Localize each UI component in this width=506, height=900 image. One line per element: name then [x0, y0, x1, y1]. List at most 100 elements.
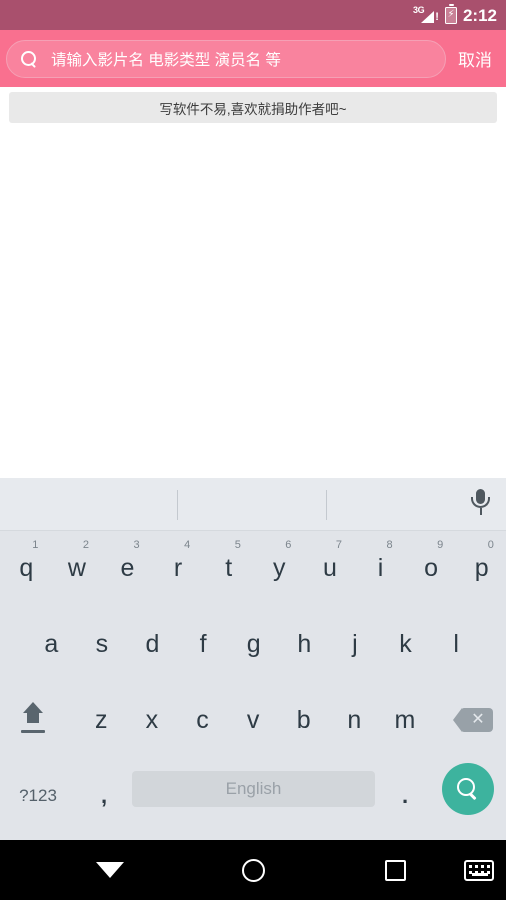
- key-number-hint: 6: [285, 539, 292, 551]
- search-enter-key[interactable]: [442, 763, 494, 815]
- key-label: j: [352, 629, 358, 658]
- key-s[interactable]: s: [77, 611, 128, 677]
- donate-banner-text: 写软件不易,喜欢就捐助作者吧~: [159, 101, 347, 117]
- key-number-hint: 8: [386, 539, 393, 551]
- signal-bars-icon: [420, 10, 434, 23]
- key-d[interactable]: d: [127, 611, 178, 677]
- back-triangle-icon: [96, 862, 124, 878]
- key-label: l: [453, 629, 459, 658]
- phone-screen: 3G ! ⚡ 2:12 请输入影片名 电影类型 演员名 等 取消 写软件不易,喜…: [0, 0, 506, 900]
- key-label: r: [173, 553, 183, 582]
- status-bar-icons: 3G ! ⚡ 2:12: [413, 3, 497, 25]
- battery-bolt-glyph: ⚡: [447, 8, 455, 20]
- key-t[interactable]: 5t: [203, 535, 254, 601]
- signal-3g-icon: 3G !: [413, 5, 439, 25]
- key-m[interactable]: m: [380, 687, 431, 753]
- key-z[interactable]: z: [76, 687, 127, 753]
- key-p[interactable]: 0p: [456, 535, 506, 601]
- key-f[interactable]: f: [178, 611, 229, 677]
- suggestion-divider: [326, 490, 327, 520]
- backspace-icon: ✕: [453, 706, 493, 734]
- key-o[interactable]: 9o: [406, 535, 457, 601]
- key-label: e: [120, 553, 135, 582]
- suggestion-strip[interactable]: [0, 478, 506, 531]
- key-label: h: [297, 629, 312, 658]
- keyboard-row-3: ✕ z x c v b n m: [0, 683, 506, 759]
- period-key[interactable]: .: [380, 763, 430, 829]
- status-bar: 3G ! ⚡ 2:12: [0, 0, 506, 30]
- battery-charging-icon: ⚡: [444, 3, 457, 24]
- key-number-hint: 7: [335, 539, 343, 551]
- key-k[interactable]: k: [380, 611, 431, 677]
- comma-key[interactable]: ,: [78, 763, 130, 829]
- key-label: w: [67, 553, 86, 582]
- search-icon: [457, 778, 479, 800]
- key-label: s: [95, 629, 109, 658]
- key-label: k: [399, 629, 412, 658]
- space-key[interactable]: English: [132, 771, 375, 807]
- donate-banner[interactable]: 写软件不易,喜欢就捐助作者吧~: [9, 92, 497, 123]
- suggestion-divider: [177, 490, 178, 520]
- key-g[interactable]: g: [228, 611, 279, 677]
- keyboard-icon: [464, 859, 494, 881]
- key-label: d: [145, 629, 160, 658]
- shift-key[interactable]: [4, 687, 62, 753]
- key-label: y: [273, 553, 286, 582]
- key-label: z: [95, 705, 108, 734]
- key-label: u: [322, 553, 337, 582]
- search-app-bar: 请输入影片名 电影类型 演员名 等 取消: [0, 30, 506, 87]
- symbols-key[interactable]: ?123: [2, 763, 74, 829]
- key-number-hint: 5: [234, 539, 241, 551]
- microphone-icon[interactable]: [470, 489, 490, 519]
- key-v[interactable]: v: [228, 687, 279, 753]
- key-label: o: [424, 553, 439, 582]
- search-icon: [21, 50, 37, 67]
- key-label: p: [474, 553, 489, 582]
- signal-alert-label: !: [435, 10, 439, 23]
- key-q[interactable]: 1q: [1, 535, 52, 601]
- keyboard-row-2: as d f g h j k l: [0, 607, 506, 683]
- keyboard-row-1: 1q2w3e4r5t6y7u8i9o0p: [0, 531, 506, 607]
- key-label: i: [377, 553, 384, 582]
- key-label: t: [225, 553, 233, 582]
- key-i[interactable]: 8i: [355, 535, 406, 601]
- key-number-hint: 2: [82, 539, 90, 551]
- key-a[interactable]: a: [26, 611, 77, 677]
- search-field[interactable]: 请输入影片名 电影类型 演员名 等: [6, 39, 446, 78]
- back-button[interactable]: [78, 840, 142, 900]
- key-label: g: [246, 629, 261, 658]
- backspace-key[interactable]: ✕: [444, 687, 502, 753]
- key-label: c: [196, 705, 209, 734]
- key-c[interactable]: c: [177, 687, 228, 753]
- keyboard-row-4: ?123 , English .: [0, 759, 506, 835]
- key-r[interactable]: 4r: [153, 535, 204, 601]
- key-label: f: [199, 629, 207, 658]
- key-y[interactable]: 6y: [254, 535, 305, 601]
- key-n[interactable]: n: [329, 687, 380, 753]
- cancel-button[interactable]: 取消: [446, 46, 500, 71]
- key-label: m: [394, 705, 416, 734]
- key-number-hint: 0: [487, 539, 494, 551]
- key-w[interactable]: 2w: [52, 535, 103, 601]
- key-h[interactable]: h: [279, 611, 330, 677]
- keyboard-switch-button[interactable]: [452, 840, 506, 900]
- key-number-hint: 1: [32, 539, 39, 551]
- key-u[interactable]: 7u: [305, 535, 356, 601]
- key-e[interactable]: 3e: [102, 535, 153, 601]
- key-x[interactable]: x: [127, 687, 178, 753]
- key-number-hint: 9: [437, 539, 444, 551]
- search-input-placeholder[interactable]: 请输入影片名 电影类型 演员名 等: [51, 48, 281, 70]
- key-l[interactable]: l: [431, 611, 482, 677]
- search-results-area: [0, 123, 506, 478]
- key-number-hint: 4: [184, 539, 191, 551]
- key-label: b: [296, 705, 311, 734]
- home-button[interactable]: [221, 840, 285, 900]
- navigation-bar: [0, 840, 506, 900]
- recents-button[interactable]: [363, 840, 427, 900]
- shift-arrow-icon: [16, 700, 50, 740]
- key-b[interactable]: b: [278, 687, 329, 753]
- soft-keyboard: 1q2w3e4r5t6y7u8i9o0p asdfghjkl ✕ zxcvbnm…: [0, 478, 506, 840]
- key-label: x: [145, 705, 159, 734]
- home-circle-icon: [241, 858, 265, 882]
- key-j[interactable]: j: [330, 611, 381, 677]
